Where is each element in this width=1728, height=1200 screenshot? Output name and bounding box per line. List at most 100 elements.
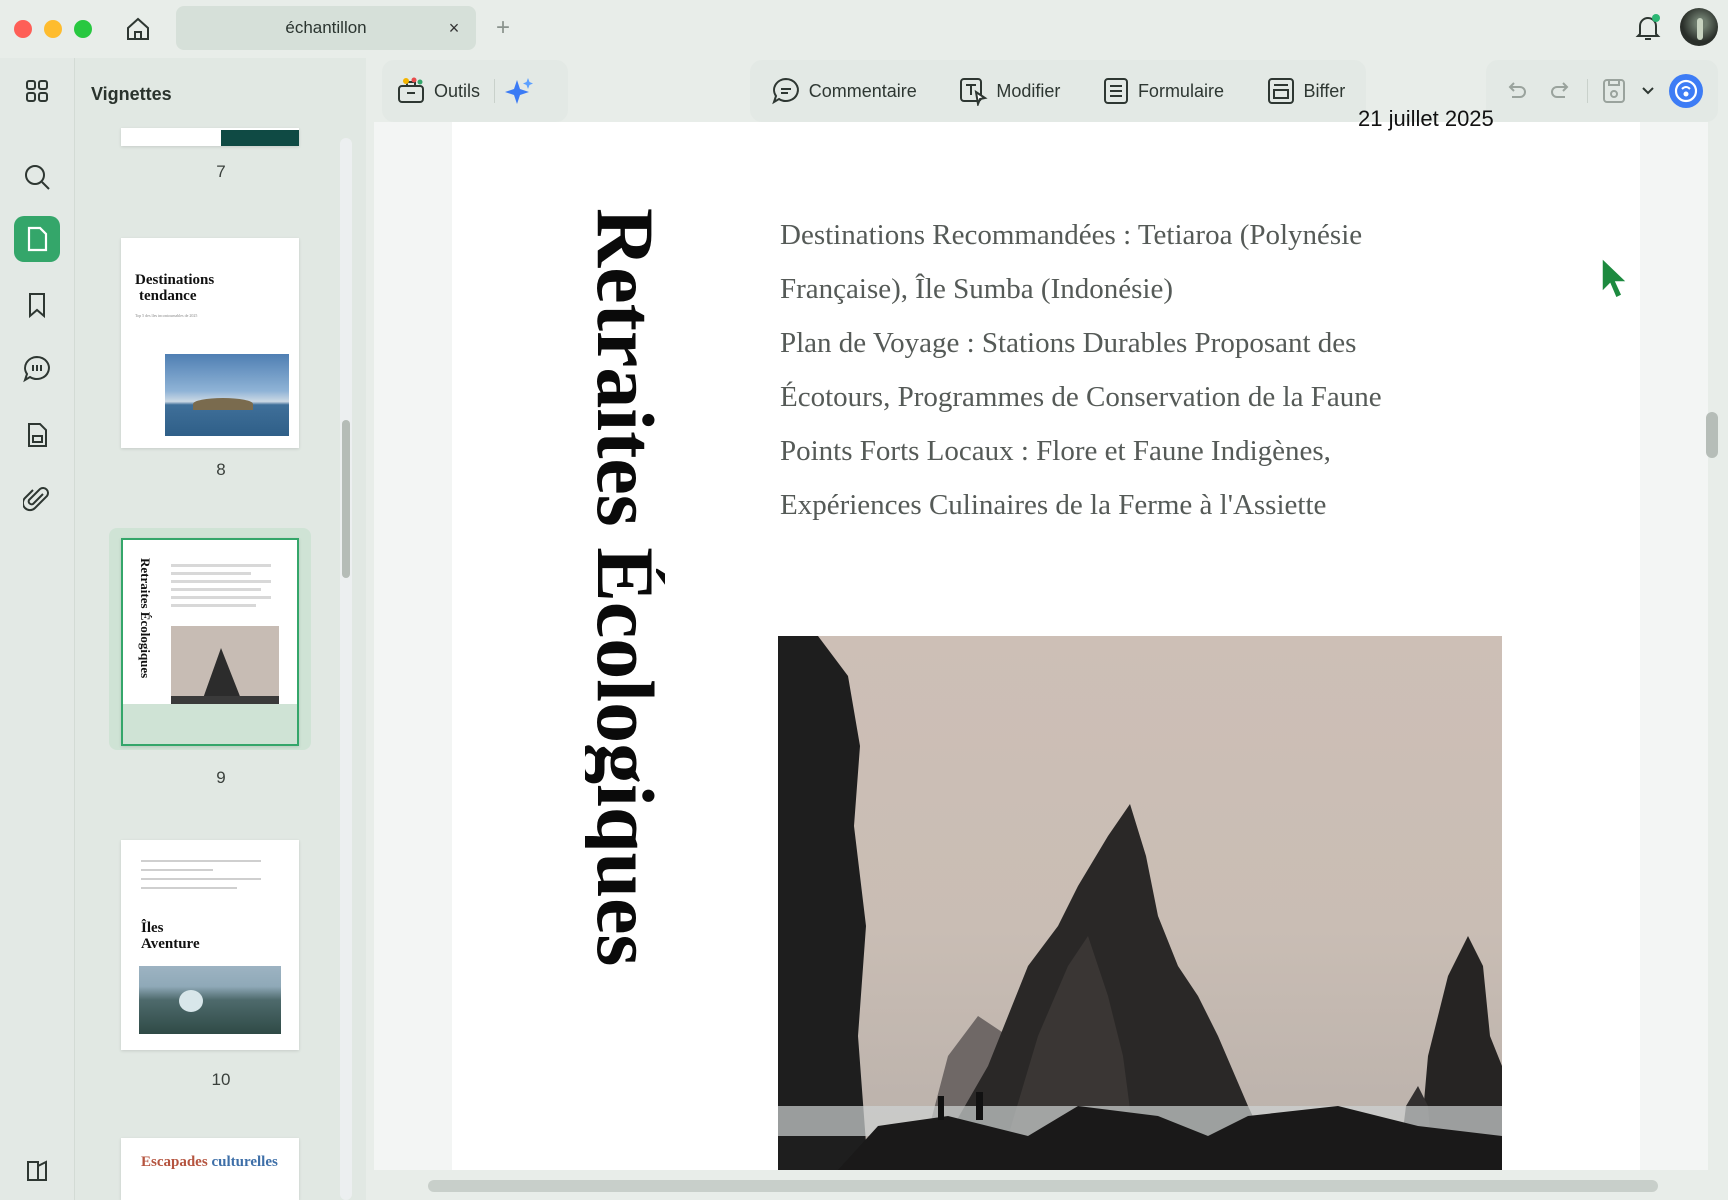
document-line: Plan de Voyage : Stations Durables Propo… [780,327,1357,359]
ai-assistant-icon [1668,74,1703,108]
toolbar-separator [1587,79,1589,103]
document-vertical-title: Retraites Écologiques [585,208,665,1168]
rail-search-button[interactable] [14,154,60,200]
document-body: Destinations Recommandées : Tetiaroa (Po… [780,208,1480,532]
rail-pages-button[interactable] [14,216,60,262]
ai-assistant-button[interactable] [495,69,545,113]
redact-label: Biffer [1303,80,1346,101]
home-button[interactable] [120,12,156,46]
rail-comments-button[interactable] [14,346,60,392]
horizontal-scrollbar[interactable] [428,1180,1658,1192]
thumbnail-page-11[interactable]: Escapades culturelles [121,1138,299,1200]
thumbnail-page-9[interactable]: Retraites Écologiques [121,538,299,746]
form-icon [28,423,47,447]
tools-label: Outils [434,80,481,101]
ai-chat-button[interactable] [1666,69,1706,113]
notifications-button[interactable] [1630,10,1666,46]
document-line: Points Forts Locaux : Flore et Faune Ind… [780,435,1331,467]
thumbnail-page-number: 8 [216,460,226,479]
vertical-title-text: Retraites Écologiques [585,208,665,967]
home-icon [127,17,149,40]
comment-icon [771,77,799,105]
thumbnail-page-10[interactable]: Îles Aventure [121,840,299,1050]
undo-icon [1508,82,1527,98]
sidebar-toggle-icon [27,1160,47,1181]
rail-bookmarks-button[interactable] [14,282,60,328]
document-line: Destinations Recommandées : Tetiaroa (Po… [780,219,1363,251]
form-button[interactable]: Formulaire [1088,69,1238,113]
redo-icon [1550,82,1569,98]
left-icon-rail [0,58,74,1200]
thumbnail-title-line: Îles [141,920,164,936]
thumbnail-page-number: 7 [216,162,226,181]
title-bar: échantillon × + [0,0,1728,58]
thumbnail-page-number: 10 [211,1070,231,1089]
close-window-button[interactable] [14,20,32,38]
toolbox-icon [398,77,424,103]
comment-icon [23,355,50,383]
rail-thumbnails-button[interactable] [14,68,60,114]
search-icon [25,165,50,190]
undo-button[interactable] [1498,69,1534,113]
thumbnail-title-part: culturelles [211,1154,278,1170]
form-label: Formulaire [1137,80,1224,101]
tab-title: échantillon [285,18,367,37]
save-icon [1602,79,1625,103]
zoom-window-button[interactable] [74,20,92,38]
save-button[interactable] [1597,69,1631,113]
tab-close-icon[interactable]: × [444,18,464,38]
notification-dot [1652,14,1660,22]
attachment-icon [23,487,49,512]
document-line: Française), Île Sumba (Indonésie) [780,273,1173,305]
bookmark-icon [29,293,45,319]
thumbnail-page-7[interactable] [121,128,299,146]
page-icon [27,226,48,252]
thumbnail-title-line: tendance [139,288,197,304]
new-tab-button[interactable]: + [490,12,516,44]
comment-label: Commentaire [808,80,917,101]
thumbnail-title: Destinations tendance [135,272,214,304]
thumbnail-vertical-title: Retraites Écologiques [138,558,153,679]
edit-label: Modifier [996,80,1061,101]
document-line: Expériences Culinaires de la Ferme à l'A… [780,489,1327,521]
minimize-window-button[interactable] [44,20,62,38]
avatar[interactable] [1680,8,1718,46]
thumbnail-title-line: Aventure [141,936,200,952]
document-date: 21 juillet 2025 [1358,106,1494,131]
rail-attachments-button[interactable] [14,476,60,522]
edit-tools-group: Commentaire Modifier Formulaire Biffer [750,60,1366,122]
text-edit-icon [960,78,988,106]
thumbnail-scrollbar[interactable] [342,420,350,578]
thumbnails-grid-icon [26,80,48,102]
form-icon [1103,78,1128,104]
redo-button[interactable] [1543,69,1579,113]
thumbnail-title-line: Destinations [135,272,215,288]
thumbnail-image [221,130,299,146]
redact-icon [1267,78,1294,104]
rail-sidebar-toggle-button[interactable] [14,1148,60,1194]
thumbnail-image [139,966,281,1034]
thumbnail-image [171,626,279,708]
thumbnail-title: Îles Aventure [141,920,200,952]
sparkle-icon [505,78,534,104]
thumbnail-title-part: Escapades [141,1154,208,1170]
edit-button[interactable]: Modifier [944,69,1074,113]
vertical-scrollbar[interactable] [1706,412,1718,458]
tools-button[interactable]: Outils [382,69,494,113]
thumbnail-panel-title: Vignettes [91,84,172,104]
sea-stacks-illustration [778,636,1502,1170]
thumbnail-page-number: 9 [216,768,226,787]
rail-forms-button[interactable] [14,412,60,458]
thumbnail-panel: Vignettes 7 Destinations tendance Top 5 … [74,58,366,1200]
thumbnail-page-8[interactable]: Destinations tendance Top 5 des îles inc… [121,238,299,448]
thumbnail-subtitle: Top 5 des îles incontournables de 2025 [135,313,198,318]
document-tab[interactable]: échantillon × [176,6,476,50]
thumbnail-title: Escapades culturelles [141,1154,278,1171]
document-photo [778,636,1502,1170]
thumbnail-scroll-track[interactable] [340,138,352,1200]
comment-button[interactable]: Commentaire [757,69,931,113]
history-group [1486,60,1718,122]
redact-button[interactable]: Biffer [1252,69,1360,113]
save-options-dropdown[interactable] [1639,69,1657,113]
tools-group: Outils [382,60,568,122]
